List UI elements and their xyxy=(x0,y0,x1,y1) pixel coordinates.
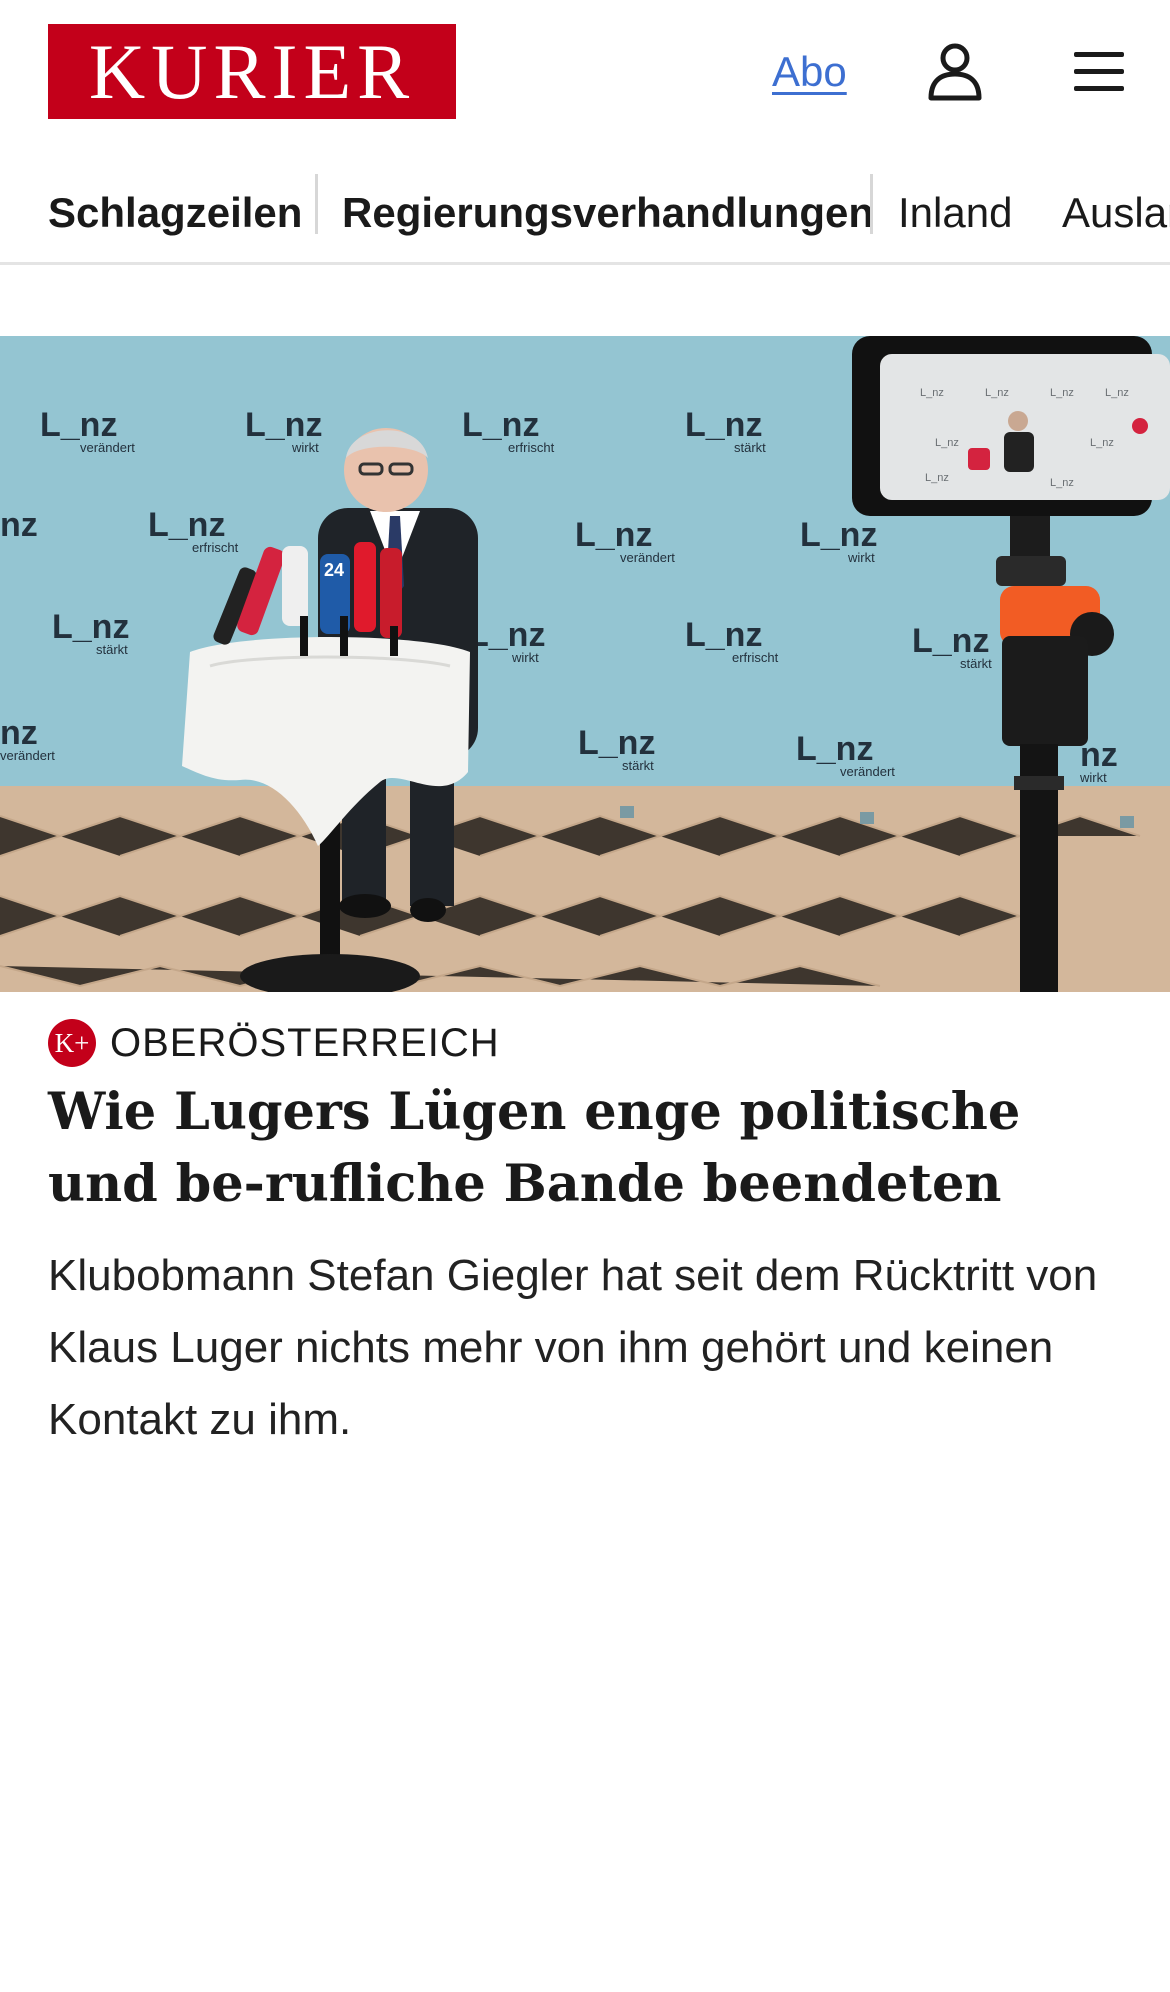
svg-text:wirkt: wirkt xyxy=(291,440,319,455)
svg-text:24: 24 xyxy=(324,560,344,580)
svg-text:wirkt: wirkt xyxy=(1079,770,1107,785)
svg-text:wirkt: wirkt xyxy=(847,550,875,565)
kurier-plus-badge-icon: K+ xyxy=(48,1019,96,1067)
svg-text:L_nz: L_nz xyxy=(462,406,539,444)
nav-item-ausland[interactable]: Auslan xyxy=(1062,178,1170,248)
svg-text:stärkt: stärkt xyxy=(96,642,128,657)
nav-divider xyxy=(315,174,318,234)
section-nav: Schlagzeilen Regierungsverhandlungen Inl… xyxy=(0,168,1170,265)
svg-text:wirkt: wirkt xyxy=(511,650,539,665)
svg-text:verändert: verändert xyxy=(840,764,895,779)
svg-text:L_nz: L_nz xyxy=(245,406,322,444)
kicker-section-label: OBERÖSTERREICH xyxy=(110,1020,500,1065)
article-hero-image[interactable]: L_nz L_nz L_nz L_nz nz L_nz L_nz L_nz L_… xyxy=(0,336,1170,992)
svg-text:erfrischt: erfrischt xyxy=(192,540,239,555)
svg-text:L_nz: L_nz xyxy=(800,516,877,554)
article-kicker[interactable]: K+ OBERÖSTERREICH xyxy=(48,1018,500,1068)
svg-text:L_nz: L_nz xyxy=(925,472,949,484)
svg-text:L_nz: L_nz xyxy=(1090,437,1114,449)
svg-text:erfrischt: erfrischt xyxy=(732,650,779,665)
svg-text:L_nz: L_nz xyxy=(578,724,655,762)
svg-text:L_nz: L_nz xyxy=(796,730,873,768)
article-teaser[interactable]: Klubobmann Stefan Giegler hat seit dem R… xyxy=(48,1240,1138,1456)
svg-text:L_nz: L_nz xyxy=(685,616,762,654)
svg-text:verändert: verändert xyxy=(0,748,55,763)
hamburger-menu-icon[interactable] xyxy=(1070,44,1128,100)
svg-text:L_nz: L_nz xyxy=(468,616,545,654)
svg-text:erfrischt: erfrischt xyxy=(508,440,555,455)
svg-text:L_nz: L_nz xyxy=(1105,387,1129,399)
nav-item-inland[interactable]: Inland xyxy=(898,178,1012,248)
svg-text:L_nz: L_nz xyxy=(920,387,944,399)
nav-divider xyxy=(870,174,873,234)
svg-text:verändert: verändert xyxy=(80,440,135,455)
svg-text:L_nz: L_nz xyxy=(685,406,762,444)
svg-text:nz: nz xyxy=(0,506,38,544)
svg-text:L_nz: L_nz xyxy=(912,622,989,660)
abo-link[interactable]: Abo xyxy=(772,48,847,96)
article-headline[interactable]: Wie Lugers Lügen enge politische und be-… xyxy=(48,1076,1128,1220)
svg-text:L_nz: L_nz xyxy=(40,406,117,444)
nav-item-schlagzeilen[interactable]: Schlagzeilen xyxy=(48,178,302,248)
nav-item-regierungsverhandlungen[interactable]: Regierungsverhandlungen xyxy=(342,178,874,248)
user-icon[interactable] xyxy=(924,40,986,102)
svg-text:stärkt: stärkt xyxy=(960,656,992,671)
svg-text:L_nz: L_nz xyxy=(148,506,225,544)
svg-text:stärkt: stärkt xyxy=(622,758,654,773)
svg-text:L_nz: L_nz xyxy=(935,437,959,449)
svg-text:L_nz: L_nz xyxy=(1050,387,1074,399)
svg-text:L_nz: L_nz xyxy=(52,608,129,646)
svg-text:L_nz: L_nz xyxy=(575,516,652,554)
site-header: KURIER Abo xyxy=(0,0,1170,145)
svg-text:stärkt: stärkt xyxy=(734,440,766,455)
svg-text:verändert: verändert xyxy=(620,550,675,565)
svg-text:nz: nz xyxy=(0,714,38,752)
svg-text:L_nz: L_nz xyxy=(1050,477,1074,489)
svg-text:L_nz: L_nz xyxy=(985,387,1009,399)
kurier-logo[interactable]: KURIER xyxy=(48,24,456,119)
